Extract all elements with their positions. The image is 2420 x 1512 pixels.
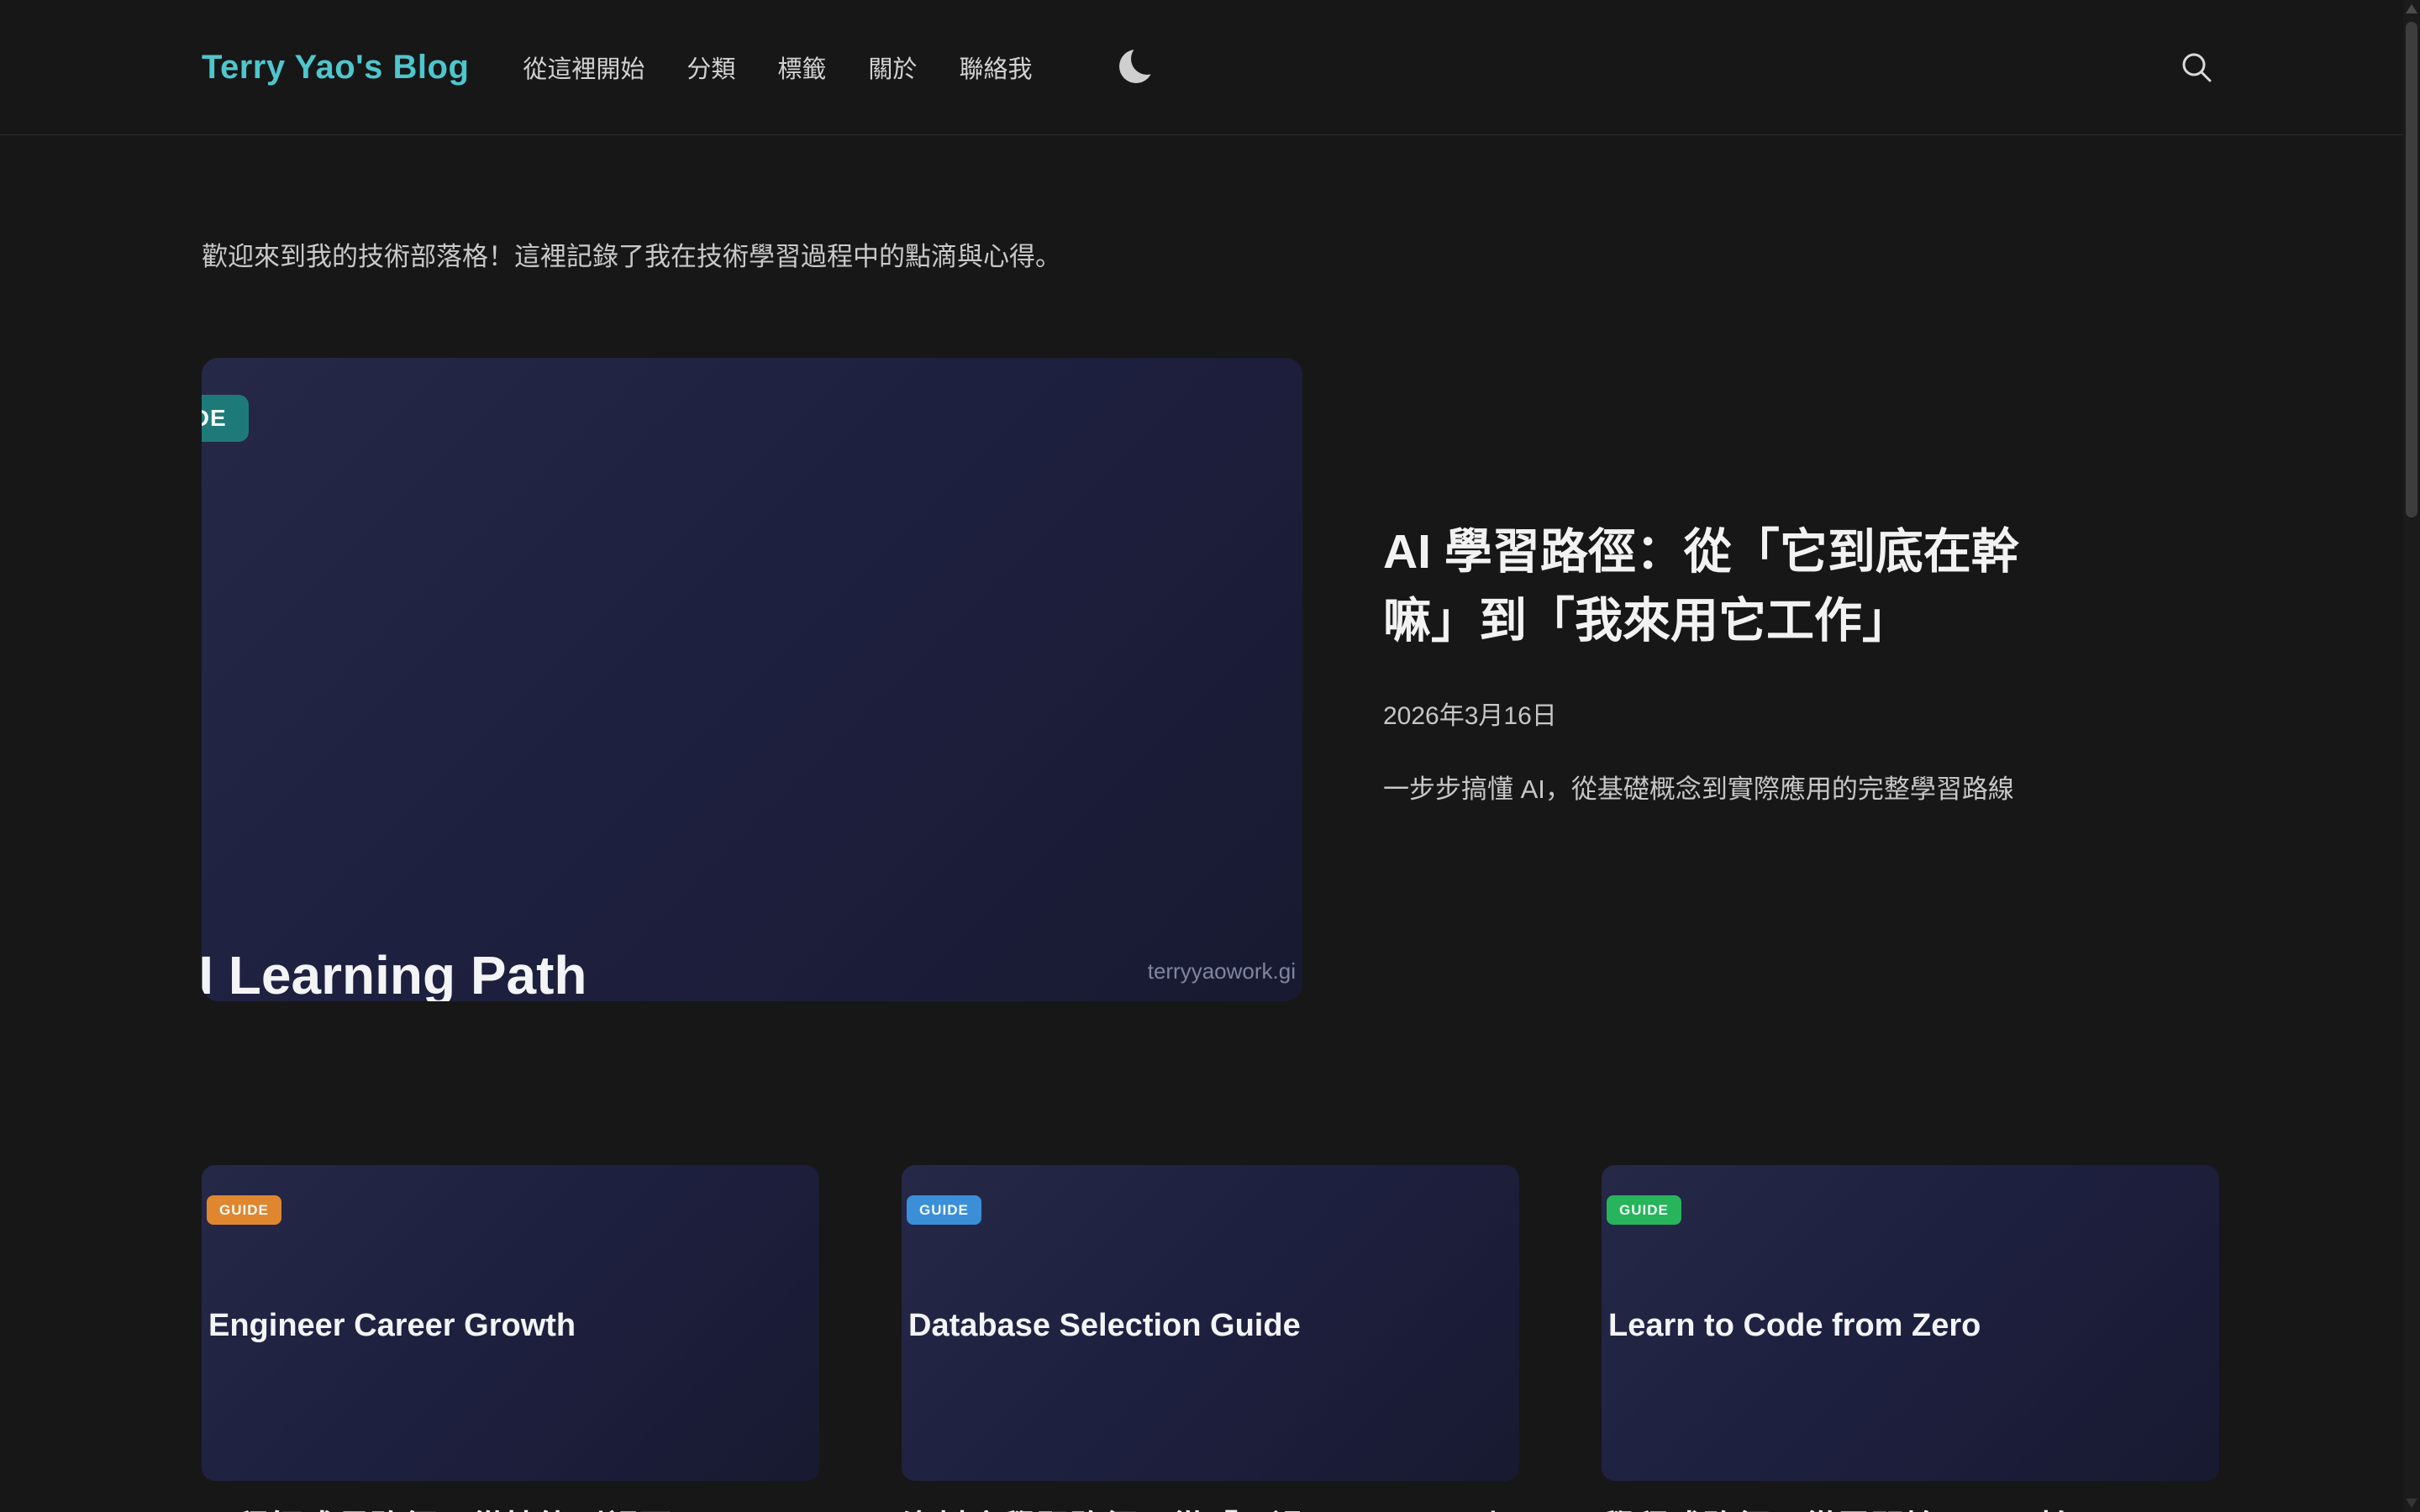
post-card: GUIDE Learn to Code from Zero 學程式路徑：從零開始… — [1602, 1165, 2219, 1512]
moon-icon — [1119, 50, 1153, 83]
post-cover-title: Learn to Code from Zero — [1608, 1308, 1981, 1344]
guide-badge: GUIDE — [907, 1195, 981, 1225]
main-content: 歡迎來到我的技術部落格！這裡記錄了我在技術學習過程中的點滴與心得。 GUIDE … — [0, 238, 2420, 1512]
featured-post-title[interactable]: AI 學習路徑：從「它到底在幹嘛」到「我來用它工作」 — [1383, 517, 2081, 656]
site-logo[interactable]: Terry Yao's Blog — [202, 49, 469, 87]
post-title[interactable]: 學程式路徑：從零開始，不用怕 — [1602, 1504, 2219, 1512]
featured-cover-image[interactable]: GUIDE AI Learning Path terryyaowork.gi — [202, 358, 1302, 1001]
featured-post: GUIDE AI Learning Path terryyaowork.gi A… — [202, 358, 2218, 1001]
main-nav: 從這裡開始 分類 標籤 關於 聯絡我 — [523, 48, 1156, 87]
post-card: GUIDE Engineer Career Growth 工程師成長路徑：從技能… — [202, 1165, 819, 1512]
featured-post-description: 一步步搞懂 AI，從基礎概念到實際應用的完整學習路線 — [1383, 770, 2123, 810]
scrollbar-up-arrow-icon[interactable] — [2406, 4, 2417, 13]
nav-item-contact[interactable]: 聯絡我 — [959, 50, 1032, 85]
search-icon — [2176, 47, 2217, 87]
nav-item-tags[interactable]: 標籤 — [777, 50, 826, 85]
nav-item-about[interactable]: 關於 — [868, 50, 917, 85]
theme-toggle-button[interactable] — [1118, 48, 1156, 87]
scrollbar — [2403, 0, 2420, 1512]
blog-home-page: Terry Yao's Blog 從這裡開始 分類 標籤 關於 聯絡我 歡迎來到… — [0, 0, 2420, 1512]
nav-item-categories[interactable]: 分類 — [687, 50, 735, 85]
featured-post-date: 2026年3月16日 — [1383, 695, 2218, 732]
post-cover-image[interactable]: GUIDE Engineer Career Growth — [202, 1165, 819, 1481]
featured-guide-badge: GUIDE — [202, 395, 249, 442]
guide-badge: GUIDE — [1607, 1195, 1681, 1225]
post-title[interactable]: 工程師成長路徑：從技能到視野 — [202, 1504, 819, 1512]
post-cover-image[interactable]: GUIDE Database Selection Guide — [902, 1165, 1519, 1481]
post-grid: GUIDE Engineer Career Growth 工程師成長路徑：從技能… — [202, 1165, 2218, 1512]
site-header: Terry Yao's Blog 從這裡開始 分類 標籤 關於 聯絡我 — [0, 0, 2420, 135]
intro-text: 歡迎來到我的技術部落格！這裡記錄了我在技術學習過程中的點滴與心得。 — [202, 238, 2218, 277]
featured-cover-title: AI Learning Path — [202, 944, 587, 1001]
guide-badge: GUIDE — [207, 1195, 281, 1225]
post-card: GUIDE Database Selection Guide 資料庫學習路徑：從… — [902, 1165, 1519, 1512]
post-cover-image[interactable]: GUIDE Learn to Code from Zero — [1602, 1165, 2219, 1481]
post-title[interactable]: 資料庫學習路徑：從「用過 MySQL」到 — [902, 1504, 1519, 1512]
search-button[interactable] — [2175, 45, 2218, 89]
scrollbar-down-arrow-icon[interactable] — [2406, 1499, 2417, 1508]
nav-item-start[interactable]: 從這裡開始 — [523, 50, 644, 85]
post-cover-title: Engineer Career Growth — [208, 1308, 576, 1344]
post-cover-title: Database Selection Guide — [908, 1308, 1301, 1344]
featured-post-info: AI 學習路徑：從「它到底在幹嘛」到「我來用它工作」 2026年3月16日 一步… — [1383, 358, 2218, 1001]
scrollbar-thumb[interactable] — [2406, 22, 2417, 517]
featured-cover-watermark: terryyaowork.gi — [1148, 958, 1296, 984]
